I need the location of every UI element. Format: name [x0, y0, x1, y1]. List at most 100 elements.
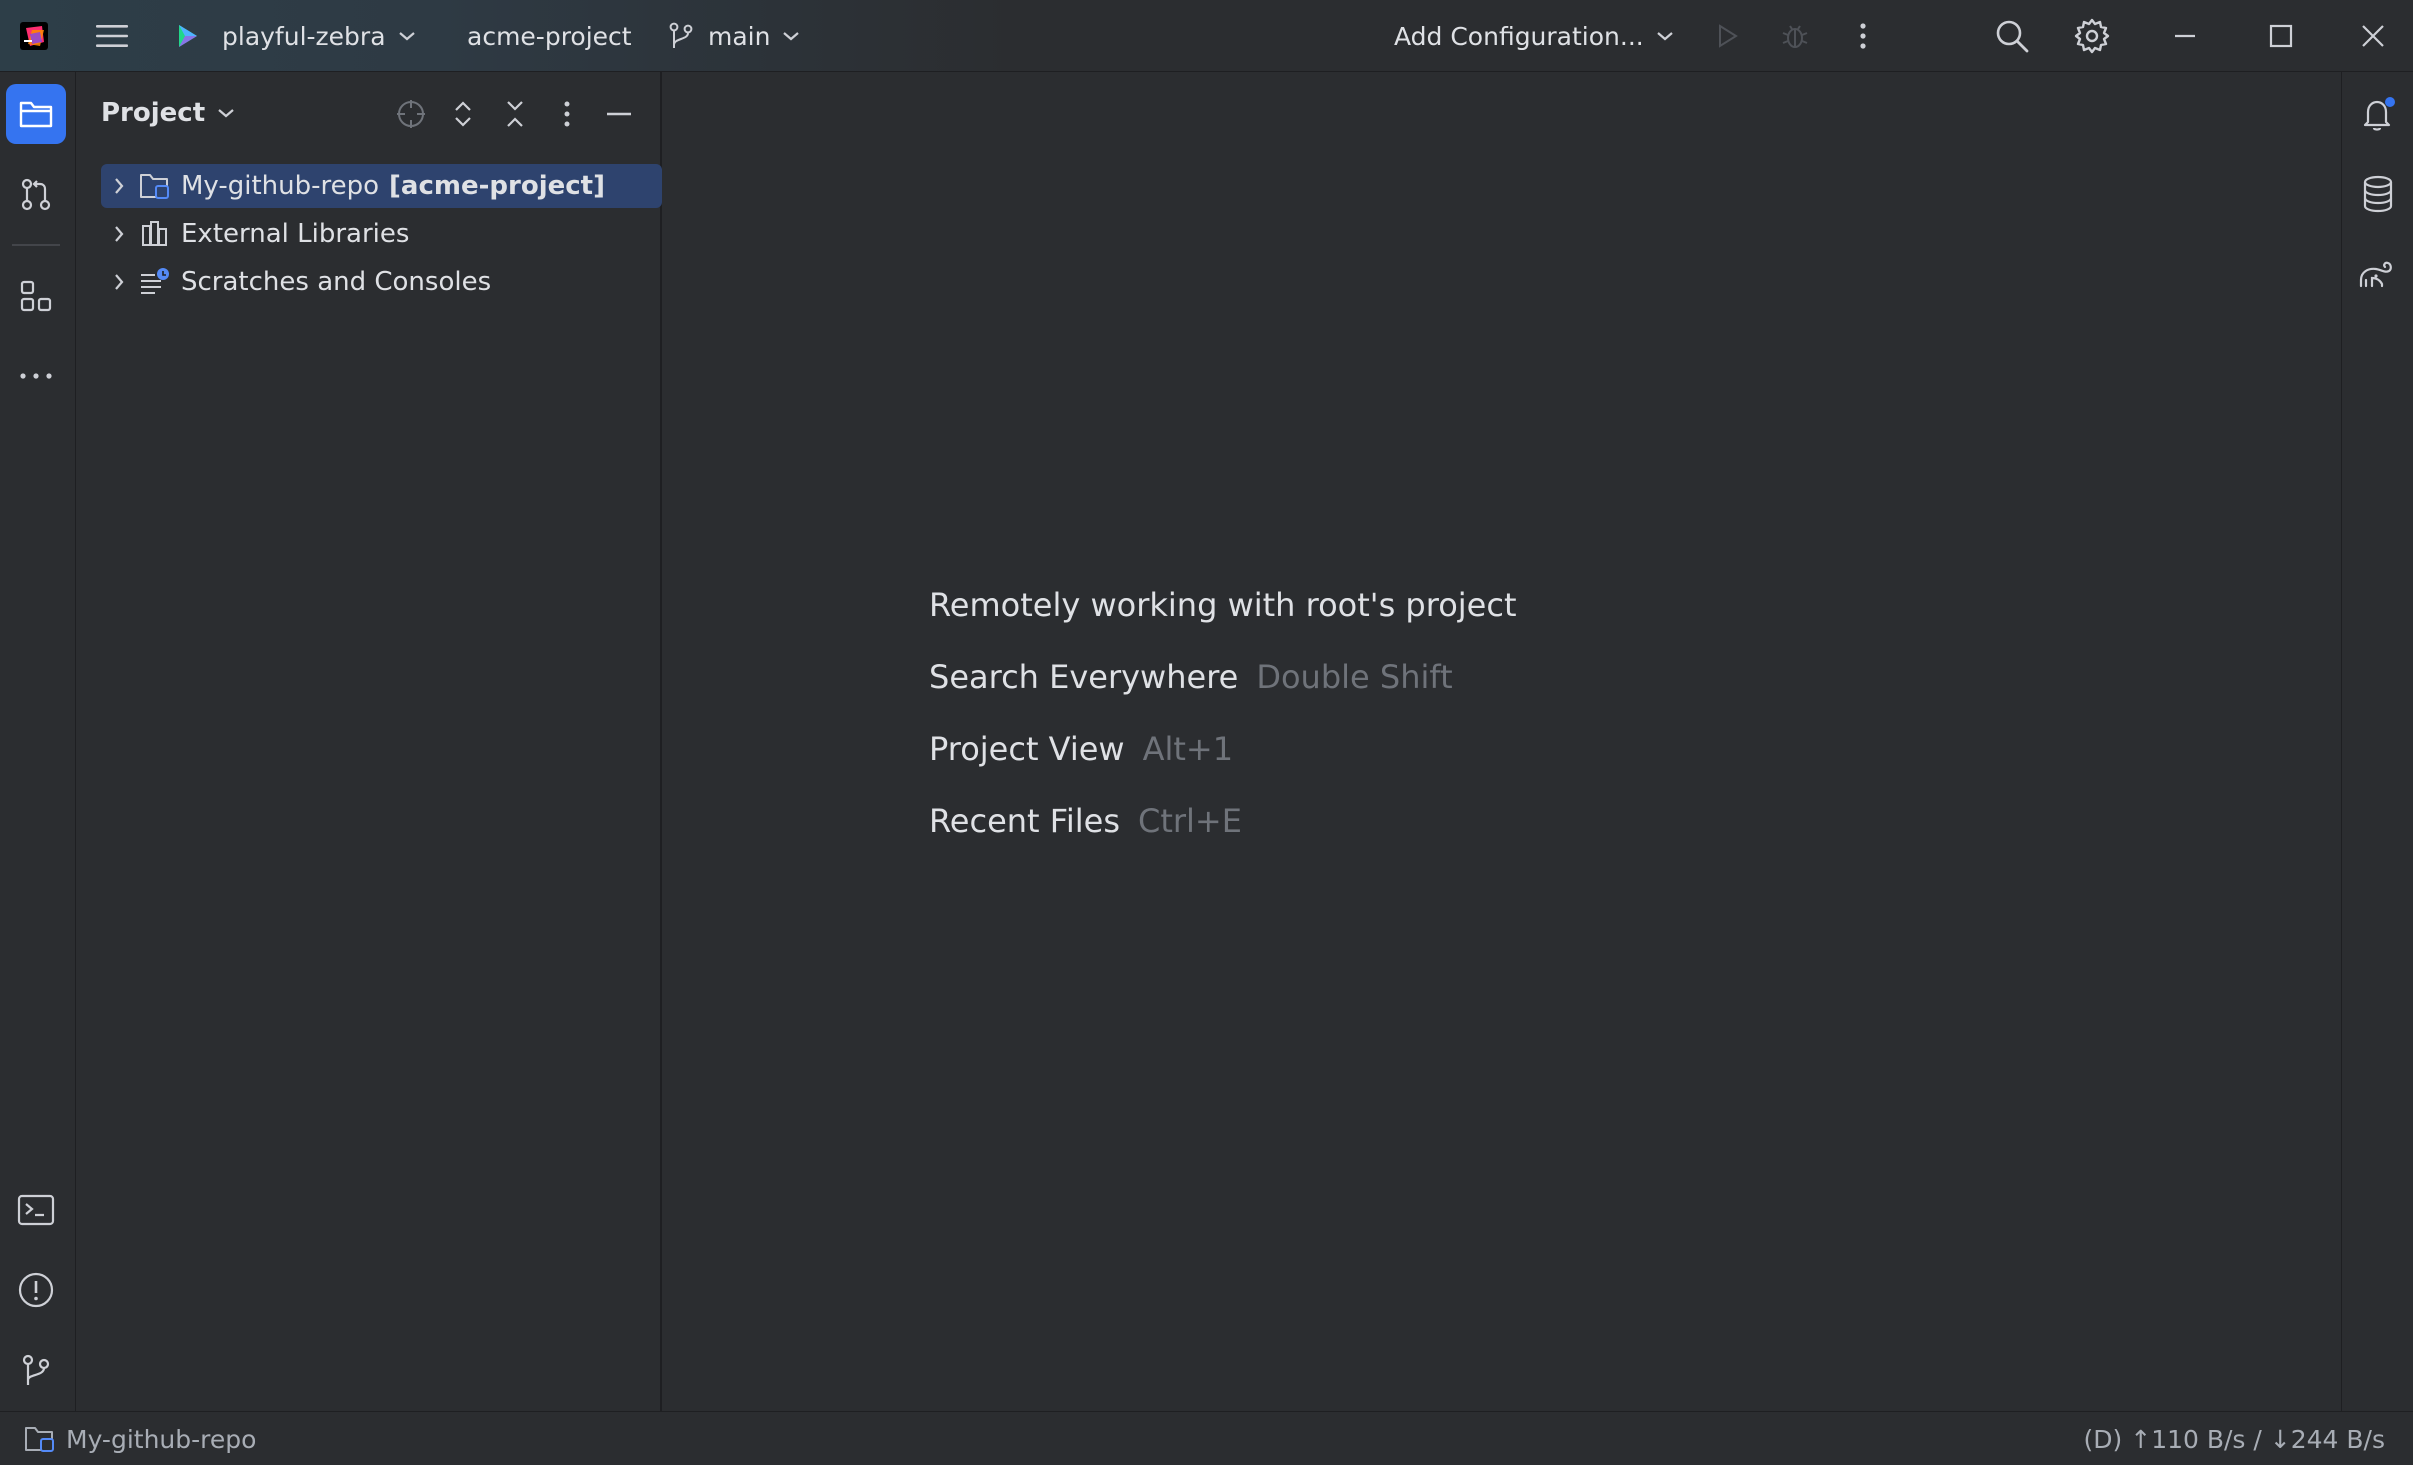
chevron-down-icon [1656, 30, 1674, 42]
hint-shortcut: Ctrl+E [1138, 802, 1242, 840]
folder-icon [18, 98, 54, 130]
search-button[interactable] [1994, 0, 2030, 72]
editor-empty-state: Remotely working with root's project Sea… [663, 72, 2340, 1411]
debug-button[interactable] [1780, 0, 1810, 72]
branch-icon [668, 21, 694, 51]
hint-shortcut: Alt+1 [1143, 730, 1234, 768]
module-folder-icon [24, 1424, 56, 1454]
terminal-tool-button[interactable] [6, 1180, 66, 1240]
remote-title: Remotely working with root's project [929, 586, 1516, 624]
minimize-icon [2172, 23, 2198, 49]
hide-icon [605, 98, 633, 130]
breadcrumb-label: My-github-repo [66, 1425, 256, 1454]
scratches-icon [137, 267, 173, 297]
hint-project-view[interactable]: Project View Alt+1 [929, 730, 1233, 768]
project-tool-window: Project [77, 72, 662, 1411]
maximize-button[interactable] [2268, 0, 2294, 72]
host-selector[interactable]: playful-zebra [172, 0, 416, 72]
pull-requests-tool-button[interactable] [6, 164, 66, 224]
expand-all-icon [449, 98, 477, 130]
more-actions-button[interactable] [1848, 0, 1878, 72]
collapse-all-button[interactable] [497, 96, 533, 132]
tree-item-module-name: [acme-project] [389, 171, 605, 201]
collapse-all-icon [501, 98, 529, 130]
terminal-icon [17, 1193, 55, 1227]
branch-selector[interactable]: main [668, 0, 800, 72]
gradle-icon [2358, 256, 2398, 292]
run-config-label: Add Configuration... [1394, 22, 1644, 51]
tree-item-my-github-repo[interactable]: My-github-repo [acme-project] [101, 164, 662, 208]
tree-item-label: Scratches and Consoles [181, 267, 491, 297]
gear-icon [2073, 17, 2111, 55]
hint-shortcut: Double Shift [1256, 658, 1452, 696]
hamburger-menu-icon [94, 21, 130, 51]
module-folder-icon [137, 171, 173, 201]
hide-panel-button[interactable] [601, 96, 637, 132]
more-vertical-icon [1848, 21, 1878, 51]
right-tool-window-bar [2341, 72, 2413, 1411]
panel-options-button[interactable] [549, 96, 585, 132]
run-button[interactable] [1712, 0, 1742, 72]
hint-action: Search Everywhere [929, 658, 1238, 696]
close-button[interactable] [2360, 0, 2386, 72]
chevron-down-icon [782, 30, 800, 42]
chevron-right-icon[interactable] [101, 273, 137, 291]
library-icon [137, 220, 173, 248]
maximize-icon [2268, 23, 2294, 49]
run-icon [1712, 21, 1742, 51]
tree-item-scratches-and-consoles[interactable]: Scratches and Consoles [101, 260, 661, 304]
notifications-button[interactable] [2350, 86, 2406, 142]
more-tool-windows-button[interactable] [6, 346, 66, 406]
chevron-down-icon [217, 107, 235, 119]
hint-action: Project View [929, 730, 1125, 768]
project-view-selector[interactable]: Project [101, 98, 235, 128]
toolbar-divider [12, 244, 60, 246]
hint-action: Recent Files [929, 802, 1120, 840]
hint-search-everywhere[interactable]: Search Everywhere Double Shift [929, 658, 1453, 696]
remote-project-message: Remotely working with root's project [929, 586, 1516, 624]
search-icon [1994, 18, 2030, 54]
network-status: (D) ↑110 B/s / ↓244 B/s [2084, 1412, 2385, 1465]
tree-item-label: External Libraries [181, 219, 409, 249]
expand-all-button[interactable] [445, 96, 481, 132]
jetbrains-logo-icon[interactable] [18, 0, 50, 72]
structure-icon [18, 278, 54, 314]
status-bar: My-github-repo (D) ↑110 B/s / ↓244 B/s [0, 1411, 2413, 1465]
database-icon [2360, 174, 2396, 214]
gradle-button[interactable] [2350, 246, 2406, 302]
left-tool-window-bar [0, 72, 76, 1411]
tree-item-label: My-github-repo [181, 171, 379, 201]
locate-icon [395, 98, 427, 130]
more-vertical-icon [553, 98, 581, 130]
project-selector[interactable]: acme-project [467, 0, 632, 72]
problems-tool-button[interactable] [6, 1260, 66, 1320]
database-button[interactable] [2350, 166, 2406, 222]
status-breadcrumb[interactable]: My-github-repo [24, 1412, 256, 1465]
git-tool-button[interactable] [6, 1340, 66, 1400]
close-icon [2360, 23, 2386, 49]
title-bar: playful-zebra acme-project main Add Conf… [0, 0, 2413, 72]
tree-item-external-libraries[interactable]: External Libraries [101, 212, 661, 256]
chevron-down-icon [398, 30, 416, 42]
problems-icon [17, 1271, 55, 1309]
chevron-right-icon[interactable] [101, 225, 137, 243]
pull-request-icon [18, 176, 54, 212]
project-tool-button[interactable] [6, 84, 66, 144]
git-icon [18, 1352, 54, 1388]
chevron-right-icon[interactable] [101, 177, 137, 195]
hint-recent-files[interactable]: Recent Files Ctrl+E [929, 802, 1242, 840]
structure-tool-button[interactable] [6, 266, 66, 326]
select-opened-file-button[interactable] [393, 96, 429, 132]
panel-title: Project [101, 98, 205, 128]
more-horizontal-icon [18, 370, 54, 382]
debug-icon [1780, 21, 1810, 51]
minimize-button[interactable] [2172, 0, 2198, 72]
branch-name: main [708, 22, 770, 51]
settings-button[interactable] [2073, 0, 2111, 72]
run-configuration-selector[interactable]: Add Configuration... [1394, 0, 1674, 72]
host-name: playful-zebra [222, 22, 386, 51]
notifications-icon [2358, 94, 2398, 134]
main-menu-button[interactable] [94, 0, 130, 72]
editor-area: Remotely working with root's project Sea… [663, 72, 2340, 1411]
host-icon [172, 21, 202, 51]
